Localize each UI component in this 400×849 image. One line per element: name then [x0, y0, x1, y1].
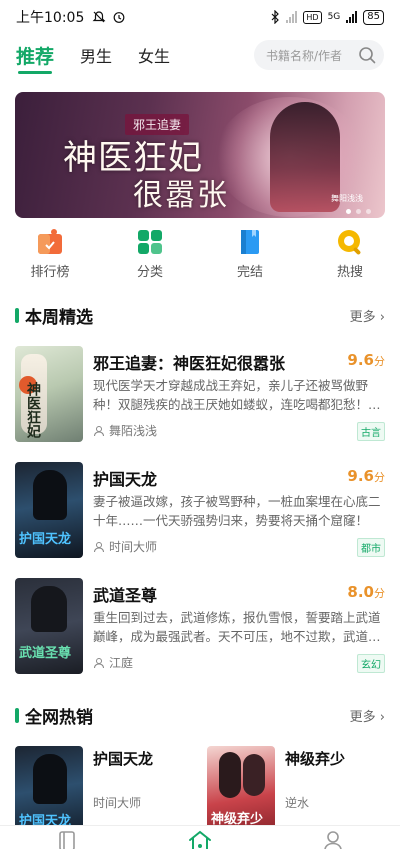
- tab-male[interactable]: 男生: [80, 43, 112, 67]
- author-icon: [94, 425, 104, 436]
- wifi-signal-icon: [286, 11, 298, 23]
- book-item[interactable]: 神医狂妃 邪王追妻：神医狂妃很嚣张 9.6分 现代医学天才穿越成战王弃妃，亲儿子…: [15, 346, 385, 444]
- book-title: 神级弃少: [285, 750, 346, 768]
- book-item[interactable]: 武道圣尊 武道圣尊 8.0分 重生回到过去，武道修炼，报仇雪恨，誓要踏上武道巅峰…: [15, 578, 385, 676]
- section-title: 全网热销: [25, 707, 93, 728]
- network-label: 5G: [327, 12, 341, 22]
- search-icon: [359, 47, 376, 64]
- profile-icon: [324, 831, 343, 849]
- entry-category-label: 分类: [136, 265, 163, 280]
- weekly-more-link[interactable]: 更多 ›: [350, 306, 385, 325]
- banner-title-line2: 很嚣张: [133, 178, 229, 213]
- nav-bookshelf[interactable]: [0, 826, 133, 849]
- banner-illustration: [270, 102, 340, 212]
- tab-recommend[interactable]: 推荐: [16, 42, 54, 74]
- book-description: 重生回到过去，武道修炼，报仇雪恨，誓要踏上武道巅峰，成为最强武者。天不可压，地不…: [93, 610, 381, 644]
- hot-more-link[interactable]: 更多 ›: [350, 706, 385, 725]
- bookshelf-icon: [58, 831, 75, 849]
- category-icon: [138, 230, 162, 254]
- hot-section-header: 全网热销 更多 ›: [15, 703, 385, 728]
- battery-level: 85: [367, 11, 380, 22]
- book-genre-tag: 都市: [357, 538, 385, 557]
- book-cover: 护国天龙: [15, 462, 83, 558]
- hot-book-item[interactable]: 神级弃少 神级弃少 逆水: [207, 746, 387, 842]
- entry-category[interactable]: 分类: [100, 226, 200, 282]
- alarm-icon: [113, 12, 125, 23]
- hd-icon: HD: [303, 10, 322, 24]
- hot-book-item[interactable]: 护国天龙 护国天龙 时间大师: [15, 746, 195, 842]
- book-title: 武道圣尊: [93, 586, 158, 605]
- book-score: 9.6分: [347, 351, 385, 369]
- search-box[interactable]: 书籍名称/作者: [254, 40, 384, 70]
- battery-icon: 85: [363, 9, 384, 25]
- status-bar: 上午10:05 HD 5G 85: [0, 0, 400, 34]
- entry-ranking[interactable]: 排行榜: [0, 226, 100, 282]
- ranking-icon: [38, 229, 62, 254]
- entry-finished[interactable]: 完结: [200, 226, 300, 282]
- search-placeholder: 书籍名称/作者: [266, 48, 343, 63]
- book-score: 9.6分: [347, 467, 385, 485]
- home-icon: [188, 830, 211, 849]
- book-title: 护国天龙: [93, 470, 158, 489]
- book-score: 8.0分: [347, 583, 385, 601]
- book-item[interactable]: 护国天龙 护国天龙 9.6分 妻子被逼改嫁，孩子被骂野种，一桩血案埋在心底二十年…: [15, 462, 385, 560]
- author-icon: [94, 541, 104, 552]
- book-cover: 神医狂妃: [15, 346, 83, 442]
- hot-search-icon: [338, 230, 361, 255]
- section-title: 本周精选: [25, 307, 93, 328]
- finished-book-icon: [241, 230, 259, 254]
- bottom-navigation: [0, 825, 400, 849]
- status-time: 上午10:05: [16, 10, 85, 26]
- entry-ranking-label: 排行榜: [30, 265, 70, 280]
- entry-hot-search-label: 热搜: [336, 265, 363, 280]
- book-description: 现代医学天才穿越成战王弃妃，亲儿子还被骂做野种！双腿残疾的战王厌她如蝼蚁，连吃喝…: [93, 378, 381, 412]
- entry-hot-search[interactable]: 热搜: [300, 226, 400, 282]
- top-navigation: 推荐 男生 女生 书籍名称/作者: [0, 34, 400, 76]
- banner-pager-dots: [346, 209, 371, 214]
- book-author: 舞陌浅浅: [93, 422, 157, 439]
- mute-bell-icon: [92, 11, 106, 23]
- promo-banner[interactable]: 邪王追妻 神医狂妃 很嚣张 舞阳浅浅: [15, 92, 385, 218]
- cover-title: 神医狂妃: [25, 382, 41, 438]
- nav-home[interactable]: [133, 826, 266, 849]
- book-author: 江庭: [93, 654, 133, 671]
- book-author: 逆水: [285, 796, 310, 810]
- quick-entries: 排行榜 分类 完结 热搜: [0, 226, 400, 282]
- tab-female[interactable]: 女生: [138, 43, 170, 67]
- weekly-section-header: 本周精选 更多 ›: [15, 303, 385, 328]
- bluetooth-icon: [271, 10, 280, 24]
- book-genre-tag: 玄幻: [357, 654, 385, 673]
- book-title: 邪王追妻：神医狂妃很嚣张: [93, 354, 286, 373]
- book-description: 妻子被逼改嫁，孩子被骂野种，一桩血案埋在心底二十年……一代天骄强势归来，势要将天…: [93, 494, 381, 528]
- book-cover: 武道圣尊: [15, 578, 83, 674]
- cell-signal-icon: [346, 11, 358, 23]
- book-author: 时间大师: [93, 538, 157, 555]
- cover-title: 护国天龙: [19, 532, 72, 547]
- author-icon: [94, 657, 104, 668]
- entry-finished-label: 完结: [236, 265, 263, 280]
- cover-title: 武道圣尊: [19, 646, 72, 661]
- banner-author-mark: 舞阳浅浅: [331, 194, 363, 203]
- nav-profile[interactable]: [267, 826, 400, 849]
- book-author: 时间大师: [93, 796, 142, 810]
- book-genre-tag: 古言: [357, 422, 385, 441]
- book-title: 护国天龙: [93, 750, 154, 768]
